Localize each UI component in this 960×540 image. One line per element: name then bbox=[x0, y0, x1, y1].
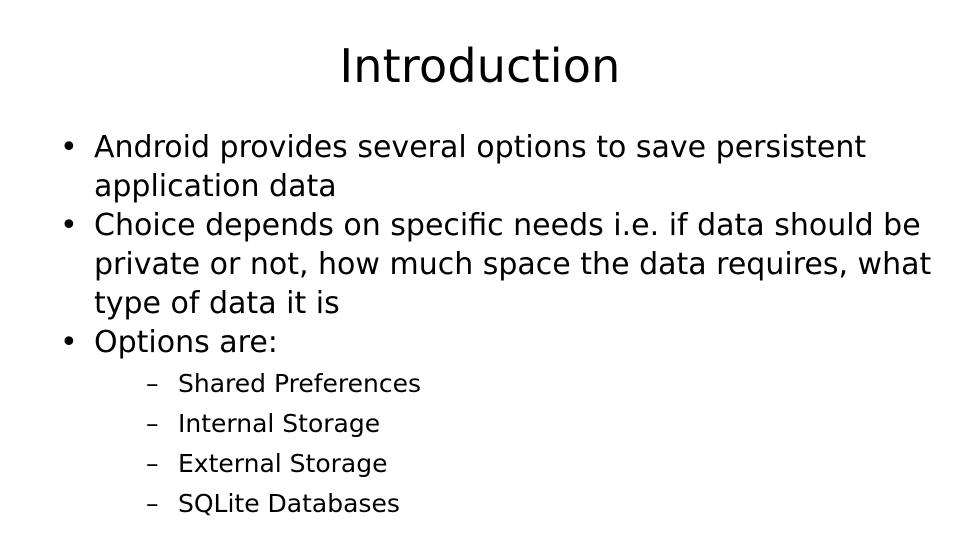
sub-list-item-label: Internal Storage bbox=[178, 409, 381, 438]
page-title: Introduction bbox=[339, 39, 621, 93]
list-item: • Choice depends on specific needs i.e. … bbox=[52, 206, 932, 323]
bullet-list: • Android provides several options to sa… bbox=[52, 128, 932, 524]
sub-list-item: – Shared Preferences bbox=[94, 364, 932, 404]
sub-list-item-label: Shared Preferences bbox=[178, 369, 421, 398]
list-item: • Options are: – Shared Preferences – In… bbox=[52, 323, 932, 524]
slide-body: • Android provides several options to sa… bbox=[52, 128, 932, 524]
sub-bullet-list: – Shared Preferences – Internal Storage … bbox=[94, 364, 932, 524]
sub-list-item-label: External Storage bbox=[178, 449, 388, 478]
dash-icon: – bbox=[146, 369, 159, 398]
sub-list-item-label: SQLite Databases bbox=[178, 489, 400, 518]
list-item-label: Options are: bbox=[94, 325, 278, 360]
list-item: • Android provides several options to sa… bbox=[52, 128, 932, 206]
list-item-label: Android provides several options to save… bbox=[94, 130, 867, 204]
dash-icon: – bbox=[146, 489, 159, 518]
bullet-dot-icon: • bbox=[60, 325, 78, 360]
dash-icon: – bbox=[146, 409, 159, 438]
sub-list-item: – Internal Storage bbox=[94, 404, 932, 444]
dash-icon: – bbox=[146, 449, 159, 478]
list-item-label: Choice depends on specific needs i.e. if… bbox=[94, 208, 932, 321]
bullet-dot-icon: • bbox=[60, 130, 78, 165]
sub-list-item: – SQLite Databases bbox=[94, 484, 932, 524]
bullet-dot-icon: • bbox=[60, 208, 78, 243]
sub-list-item: – External Storage bbox=[94, 444, 932, 484]
presentation-slide: Introduction • Android provides several … bbox=[0, 0, 960, 540]
